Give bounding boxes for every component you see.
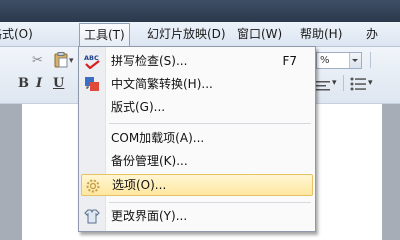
italic-button[interactable]: I [36,76,42,92]
menu-format[interactable]: 格式(O) [0,24,37,44]
menu-item-label: 拼写检查(S)... [111,54,188,68]
paste-dropdown-icon[interactable]: ▾ [69,53,74,69]
menu-item-label: 备份管理(K)... [111,154,188,168]
bold-button[interactable]: B [18,76,29,92]
align-icon[interactable] [316,77,330,91]
menu-help[interactable]: 帮助(H) [296,24,346,44]
svg-text:ABC: ABC [84,54,99,62]
menu-tools[interactable]: 工具(T) [79,23,130,47]
menu-divider [109,202,311,203]
menu-item-shortcut: F7 [282,54,297,68]
menu-item-label: 中文简繁转换(H)... [111,77,213,91]
menu-item-label: COM加载项(A)... [111,131,205,145]
menu-item-backup[interactable]: 备份管理(K)... [79,150,315,172]
menu-item-com-addins[interactable]: COM加载项(A)... [79,127,315,149]
cut-icon[interactable]: ✂ [32,53,43,69]
zoom-value: % [320,55,330,66]
tools-dropdown-menu: ABC 拼写检查(S)... F7 中文简繁转换(H)... 版式(G)... [78,46,316,232]
paste-icon[interactable] [54,52,68,68]
change-ui-icon [83,208,101,224]
menu-item-options[interactable]: 选项(O)... [81,174,313,196]
align-dropdown-icon[interactable]: ▾ [332,75,337,91]
menu-item-label: 更改界面(Y)... [111,209,188,223]
spellcheck-icon: ABC [83,53,101,70]
menu-office[interactable]: 办 [362,24,382,44]
list-dropdown-icon[interactable]: ▾ [368,75,373,91]
chinese-conversion-icon [83,76,101,92]
menu-item-spellcheck[interactable]: ABC 拼写检查(S)... F7 [79,50,315,72]
list-icon[interactable] [350,76,366,91]
menu-slideshow[interactable]: 幻灯片放映(D) [143,24,230,44]
menu-divider [109,123,311,124]
options-gear-icon [84,178,102,194]
menu-bar: 格式(O) 工具(T) 幻灯片放映(D) 窗口(W) 帮助(H) 办 [0,22,400,47]
toolbar-separator [343,75,344,91]
toolbar-separator [370,52,371,68]
chevron-down-icon[interactable] [349,53,361,68]
title-bar [0,0,400,22]
menu-item-change-ui[interactable]: 更改界面(Y)... [79,205,315,227]
menu-item-label: 选项(O)... [112,178,167,192]
menu-item-label: 版式(G)... [111,100,166,114]
menu-item-layout[interactable]: 版式(G)... [79,96,315,118]
menu-item-chinese-conversion[interactable]: 中文简繁转换(H)... [79,73,315,95]
menu-window[interactable]: 窗口(W) [233,24,286,44]
underline-button[interactable]: U [53,76,64,92]
zoom-combo[interactable]: % [316,52,362,69]
application-window: 格式(O) 工具(T) 幻灯片放映(D) 窗口(W) 帮助(H) 办 ✂ ▾ %… [0,0,400,240]
